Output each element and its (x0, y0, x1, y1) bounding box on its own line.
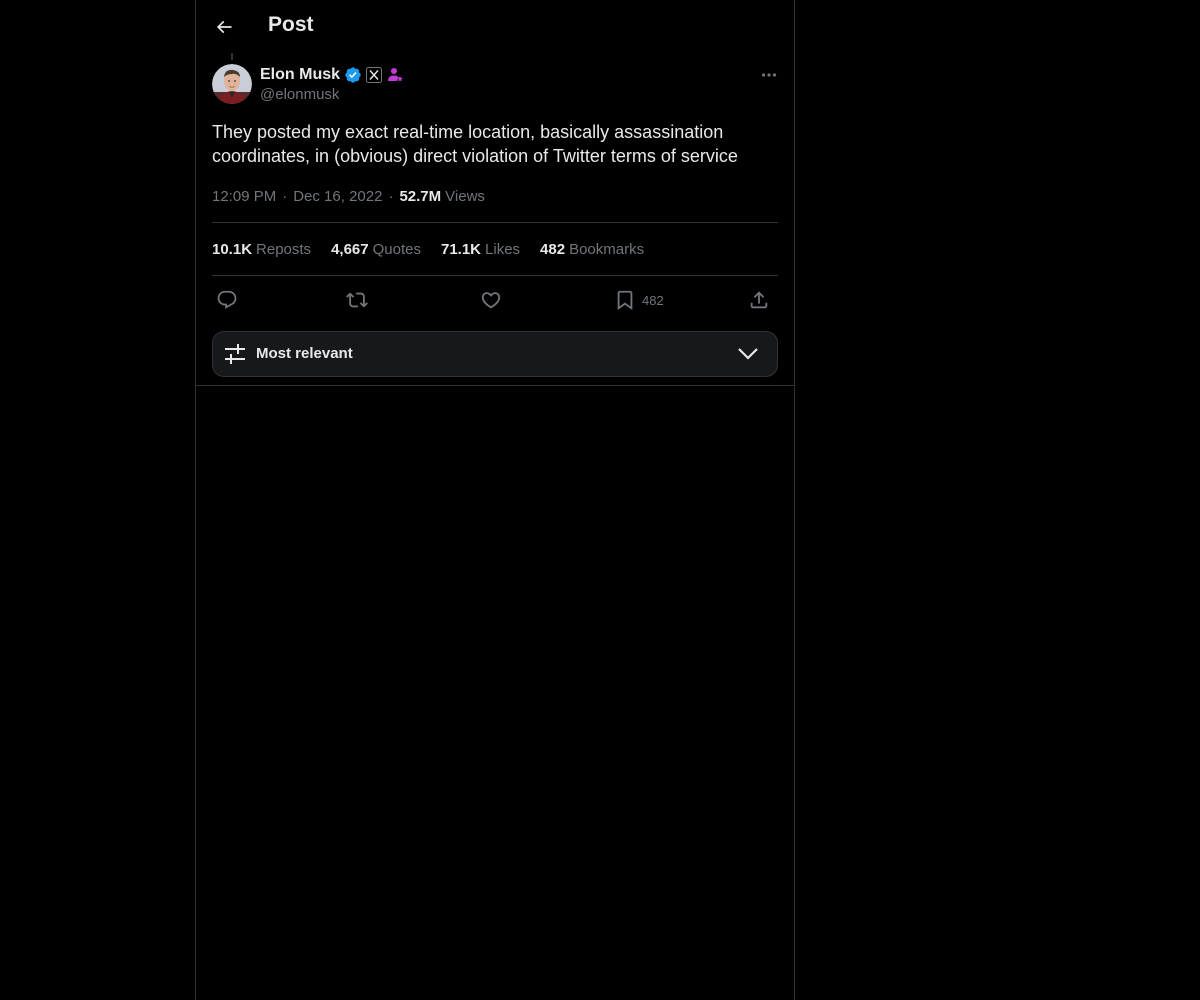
quotes-stat[interactable]: 4,667 Quotes (331, 241, 421, 258)
bookmarks-stat[interactable]: 482 Bookmarks (540, 241, 644, 258)
quotes-count: 4,667 (331, 240, 369, 258)
avatar[interactable] (212, 64, 252, 104)
back-button[interactable] (208, 11, 240, 43)
views-count: 52.7M (399, 187, 442, 205)
repost-button[interactable] (346, 286, 368, 314)
verified-check-icon (345, 67, 361, 83)
sliders-icon (225, 344, 245, 364)
likes-stat[interactable]: 71.1K Likes (441, 241, 520, 258)
bookmark-button[interactable]: 482 (614, 286, 664, 314)
reply-icon (217, 290, 237, 309)
page-title: Post (268, 13, 314, 36)
post-metadata: 12:09 PM · Dec 16, 2022 · 52.7M Views (212, 186, 485, 206)
arrow-left-icon (216, 20, 232, 34)
likes-label: Likes (485, 240, 521, 258)
bookmarks-label: Bookmarks (569, 240, 645, 258)
post-body-text: They posted my exact real-time location,… (212, 122, 738, 166)
post-header: Post (196, 0, 794, 53)
ellipsis-icon (761, 73, 777, 77)
reposts-label: Reposts (256, 240, 312, 258)
x-logo-icon (366, 67, 383, 83)
author-handle[interactable]: @elonmusk (260, 86, 339, 103)
reposts-stat[interactable]: 10.1K Reposts (212, 241, 311, 258)
sort-label: Most relevant (256, 345, 353, 362)
divider (212, 222, 778, 223)
quotes-label: Quotes (372, 240, 421, 258)
separator-dot: · (282, 187, 288, 205)
bookmark-count: 482 (642, 292, 664, 308)
reply-button[interactable] (216, 286, 238, 314)
repost-icon (346, 292, 368, 308)
heart-icon (481, 292, 501, 309)
engagement-stats: 10.1K Reposts 4,667 Quotes 71.1K Likes 482 B… (212, 239, 664, 259)
post-actions: 482 (212, 286, 778, 314)
bookmark-icon (617, 290, 633, 311)
reply-sort-dropdown[interactable]: Most relevant (212, 331, 778, 377)
views-label: Views (445, 187, 485, 205)
section-divider (196, 385, 794, 386)
author-display-name[interactable]: Elon Musk (260, 66, 340, 84)
bookmarks-count: 482 (540, 240, 566, 258)
more-options-button[interactable] (756, 64, 782, 86)
subscriber-badge[interactable] (386, 66, 404, 84)
user-avatar-photo (212, 64, 252, 104)
chevron-down-icon (738, 348, 758, 360)
like-button[interactable] (480, 286, 502, 314)
share-icon (750, 291, 768, 309)
author-name-row: Elon Musk (260, 64, 404, 86)
likes-count: 71.1K (440, 240, 482, 258)
verified-badge[interactable] (344, 66, 362, 84)
reposts-count: 10.1K (212, 240, 253, 258)
thread-connector-line (231, 53, 233, 60)
post-column: Post Elon Musk @elonmusk They posted my … (195, 0, 795, 1000)
separator-dot: · (388, 187, 394, 205)
post-date[interactable]: Dec 16, 2022 (293, 188, 382, 205)
divider (212, 275, 778, 276)
post-time[interactable]: 12:09 PM (212, 188, 276, 205)
share-button[interactable] (748, 286, 770, 314)
person-star-icon (388, 68, 403, 82)
affiliation-x-badge[interactable] (366, 67, 383, 83)
